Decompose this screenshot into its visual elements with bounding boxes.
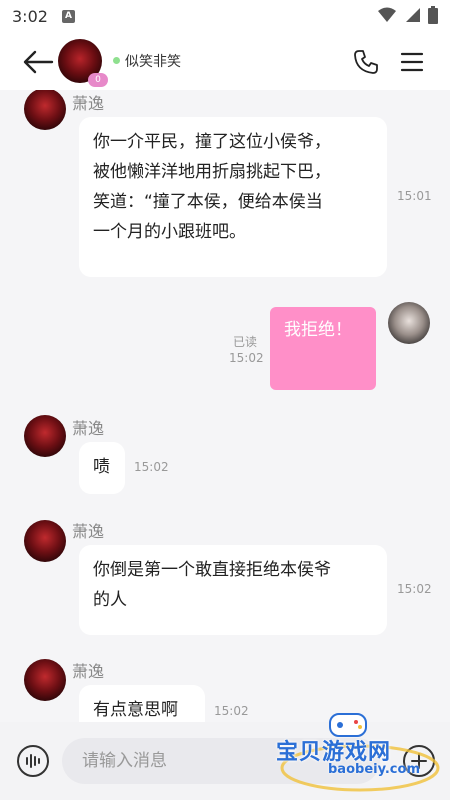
battery-icon: [428, 6, 438, 24]
watermark-url: baobeiy.com: [328, 762, 420, 777]
my-avatar[interactable]: [388, 302, 430, 344]
message-line: 你倒是第一个敢直接拒绝本侯爷: [93, 560, 331, 580]
contact-avatar[interactable]: 0: [58, 39, 108, 87]
sender-avatar[interactable]: [24, 90, 66, 130]
menu-icon[interactable]: [400, 50, 424, 74]
wifi-icon: [378, 7, 396, 22]
message-line: 的人: [93, 590, 127, 610]
phone-icon[interactable]: [352, 48, 380, 76]
signal-icon: [406, 8, 420, 22]
status-bar: 3:02 A: [0, 0, 450, 32]
back-arrow-icon[interactable]: [22, 48, 54, 76]
message-line: 你一介平民，撞了这位小侯爷，: [93, 132, 331, 152]
message-text: 我拒绝！: [284, 320, 352, 340]
status-time: 3:02: [12, 6, 48, 26]
my-message-bubble[interactable]: 我拒绝！: [270, 307, 376, 390]
sender-name: 萧逸: [72, 94, 105, 113]
message-time: 15:02: [214, 704, 249, 718]
message-time: 15:02: [397, 582, 432, 596]
sender-name: 萧逸: [72, 522, 105, 541]
message-bubble[interactable]: 你倒是第一个敢直接拒绝本侯爷 的人: [79, 545, 387, 635]
read-status: 已读: [233, 335, 258, 349]
sender-avatar[interactable]: [24, 659, 66, 701]
message-bubble[interactable]: 有点意思啊: [79, 685, 205, 722]
message-line: 一个月的小跟班吧。: [93, 222, 246, 242]
message-list[interactable]: 萧逸 你一介平民，撞了这位小侯爷， 被他懒洋洋地用折扇挑起下巴， 笑道：“撞了本…: [0, 90, 450, 722]
online-status-dot: [113, 57, 120, 64]
message-time: 15:02: [229, 351, 264, 365]
voice-icon[interactable]: [16, 744, 50, 778]
watermark: 宝贝游戏网 baobeiy.com: [270, 708, 450, 798]
message-text: 有点意思啊: [93, 700, 178, 720]
status-icons: [378, 6, 438, 24]
message-time: 15:02: [134, 460, 169, 474]
message-bubble[interactable]: 你一介平民，撞了这位小侯爷， 被他懒洋洋地用折扇挑起下巴， 笑道：“撞了本侯，便…: [79, 117, 387, 277]
sender-avatar[interactable]: [24, 520, 66, 562]
message-time: 15:01: [397, 189, 432, 203]
gender-badge: 0: [88, 73, 108, 87]
chat-header: 0 似笑非笑: [0, 32, 450, 90]
message-line: 被他懒洋洋地用折扇挑起下巴，: [93, 162, 331, 182]
message-text: 啧: [93, 457, 110, 477]
message-bubble[interactable]: 啧: [79, 442, 125, 494]
sender-name: 萧逸: [72, 662, 105, 681]
sender-avatar[interactable]: [24, 415, 66, 457]
sender-name: 萧逸: [72, 419, 105, 438]
app-notification-icon: A: [61, 9, 75, 23]
contact-name[interactable]: 似笑非笑: [125, 51, 181, 71]
message-line: 笑道：“撞了本侯，便给本侯当: [93, 192, 323, 212]
